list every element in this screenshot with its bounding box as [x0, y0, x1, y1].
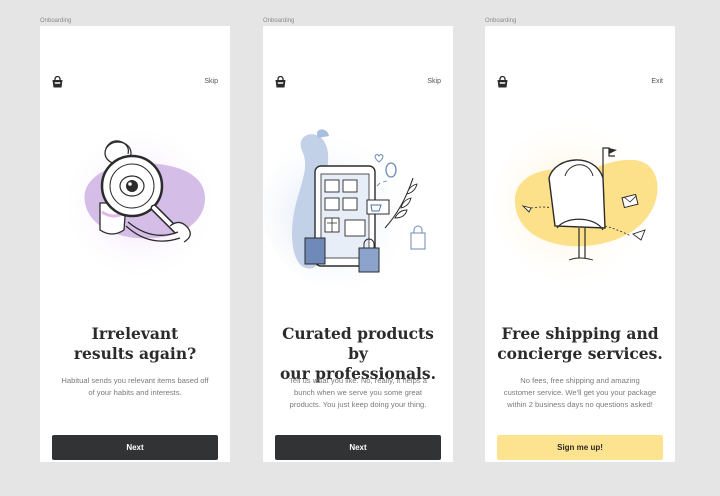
onboarding-screen-3: Exit Free shipping and concierge service…	[485, 26, 675, 462]
shopping-bag-icon	[52, 76, 63, 88]
skip-button[interactable]: Skip	[204, 78, 218, 85]
screen-title: Free shipping and concierge services.	[497, 324, 663, 363]
onboarding-screen-1: Skip Irrelevant results again? Habitual …	[40, 26, 230, 462]
top-bar: Exit	[497, 76, 663, 90]
shopping-bag-icon	[275, 76, 286, 88]
top-bar: Skip	[52, 76, 218, 90]
frame-label: Onboarding	[485, 18, 517, 24]
exit-button[interactable]: Exit	[651, 78, 663, 85]
frame-label: Onboarding	[40, 18, 72, 24]
sign-up-button[interactable]: Sign me up!	[497, 435, 663, 460]
next-button[interactable]: Next	[275, 435, 441, 460]
screen-description: Tell us what you like. No, really, it he…	[289, 376, 427, 409]
top-bar: Skip	[275, 76, 441, 90]
skip-button[interactable]: Skip	[427, 78, 441, 85]
shopping-bag-icon	[497, 76, 508, 88]
next-button[interactable]: Next	[52, 435, 218, 460]
frame-label: Onboarding	[263, 18, 295, 24]
screen-description: Habitual sends you relevant items based …	[61, 376, 209, 397]
magnifying-glass-illustration	[60, 123, 220, 283]
phone-shopping-illustration	[263, 128, 426, 288]
screen-title: Irrelevant results again?	[73, 324, 197, 363]
mailbox-illustration	[493, 121, 658, 285]
screen-description: No fees, free shipping and amazing custo…	[503, 376, 657, 409]
onboarding-screen-2: Skip Curated products by our professiona…	[263, 26, 453, 462]
